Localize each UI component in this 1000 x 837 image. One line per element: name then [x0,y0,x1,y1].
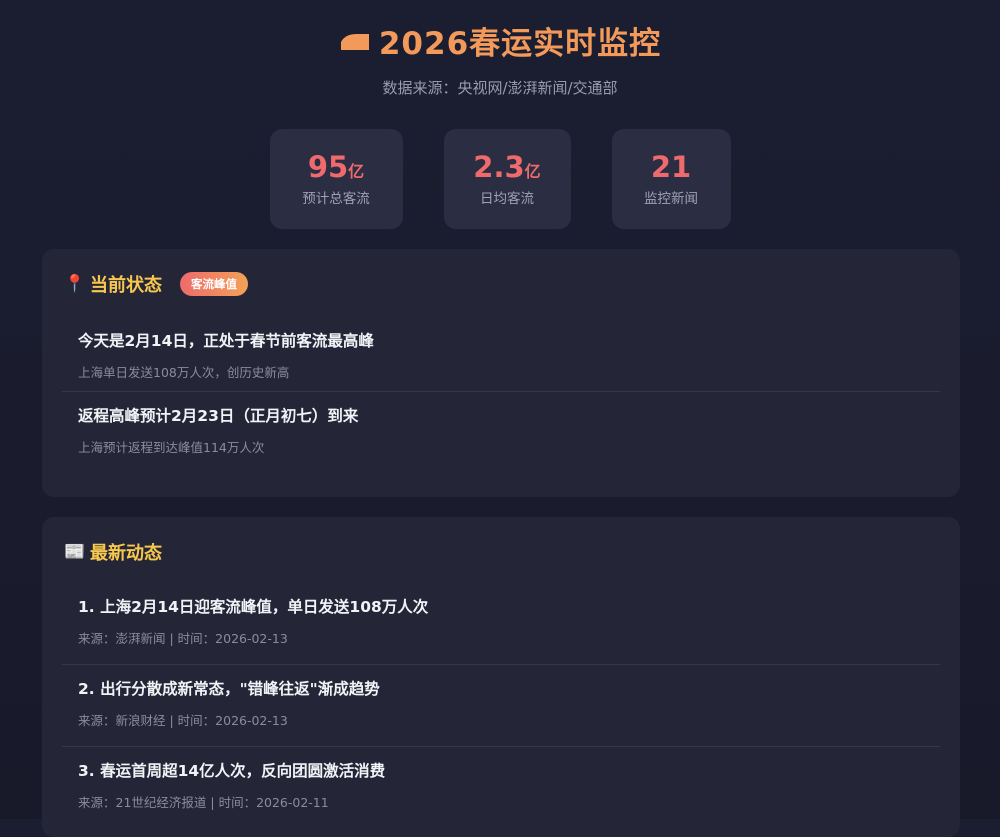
stat-value: 21 [650,150,692,184]
stat-value: 95 [307,150,349,184]
news-item-title[interactable]: 2. 出行分散成新常态，"错峰往返"渐成趋势 [78,677,924,699]
panel-header: 📰 最新动态 [42,517,960,565]
stat-label: 日均客流 [480,191,534,207]
stat-unit: 亿 [348,162,365,181]
status-list: 今天是2月14日，正处于春节前客流最高峰 上海单日发送108万人次，创历史新高 … [42,317,960,474]
stat-label: 预计总客流 [302,191,370,207]
stat-card-total-passengers: 95亿 预计总客流 [269,129,403,229]
news-item-title[interactable]: 3. 春运首周超14亿人次，反向团圆激活消费 [78,759,924,781]
latest-news-panel: 📰 最新动态 1. 上海2月14日迎客流峰值，单日发送108万人次 来源：澎湃新… [42,517,960,837]
panel-title: 当前状态 [90,275,162,296]
stat-card-monitored-news: 21 监控新闻 [611,129,731,229]
page-title: 2026春运实时监控 [339,18,661,63]
page-header: 2026春运实时监控 数据来源：央视网/澎湃新闻/交通部 [0,0,1000,98]
stats-row: 95亿 预计总客流 2.3亿 日均客流 21 监控新闻 [0,129,1000,229]
news-item-meta: 来源：新浪财经 | 时间：2026-02-13 [78,713,288,728]
pin-icon: 📍 [64,274,86,294]
stat-value: 2.3 [473,150,525,184]
status-item-subtitle: 上海单日发送108万人次，创历史新高 [78,365,290,380]
news-item-title[interactable]: 1. 上海2月14日迎客流峰值，单日发送108万人次 [78,595,924,617]
stat-card-daily-passengers: 2.3亿 日均客流 [443,129,571,229]
stat-unit: 亿 [524,162,541,181]
news-item[interactable]: 1. 上海2月14日迎客流峰值，单日发送108万人次 来源：澎湃新闻 | 时间：… [62,583,940,665]
news-item[interactable]: 3. 春运首周超14亿人次，反向团圆激活消费 来源：21世纪经济报道 | 时间：… [62,747,940,829]
news-item-meta: 来源：澎湃新闻 | 时间：2026-02-13 [78,631,288,646]
news-item-meta: 来源：21世纪经济报道 | 时间：2026-02-11 [78,795,329,810]
status-item-title: 今天是2月14日，正处于春节前客流最高峰 [78,332,374,350]
status-item-subtitle: 上海预计返程到达峰值114万人次 [78,440,265,455]
list-item: 返程高峰预计2月23日（正月初七）到来 上海预计返程到达峰值114万人次 [62,392,940,474]
panel-title: 最新动态 [90,543,162,564]
panel-header: 📍 当前状态 客流峰值 [42,249,960,297]
list-item: 今天是2月14日，正处于春节前客流最高峰 上海单日发送108万人次，创历史新高 [62,317,940,392]
page-title-text: 2026春运实时监控 [378,26,662,62]
status-item-title: 返程高峰预计2月23日（正月初七）到来 [78,407,359,425]
status-badge: 客流峰值 [180,272,248,296]
news-list: 1. 上海2月14日迎客流峰值，单日发送108万人次 来源：澎湃新闻 | 时间：… [42,583,960,829]
news-item[interactable]: 2. 出行分散成新常态，"错峰往返"渐成趋势 来源：新浪财经 | 时间：2026… [62,665,940,747]
data-source-text: 数据来源：央视网/澎湃新闻/交通部 [382,79,618,97]
newspaper-icon: 📰 [64,542,86,562]
current-status-panel: 📍 当前状态 客流峰值 今天是2月14日，正处于春节前客流最高峰 上海单日发送1… [42,249,960,497]
train-icon [340,33,369,50]
stat-label: 监控新闻 [644,191,698,207]
